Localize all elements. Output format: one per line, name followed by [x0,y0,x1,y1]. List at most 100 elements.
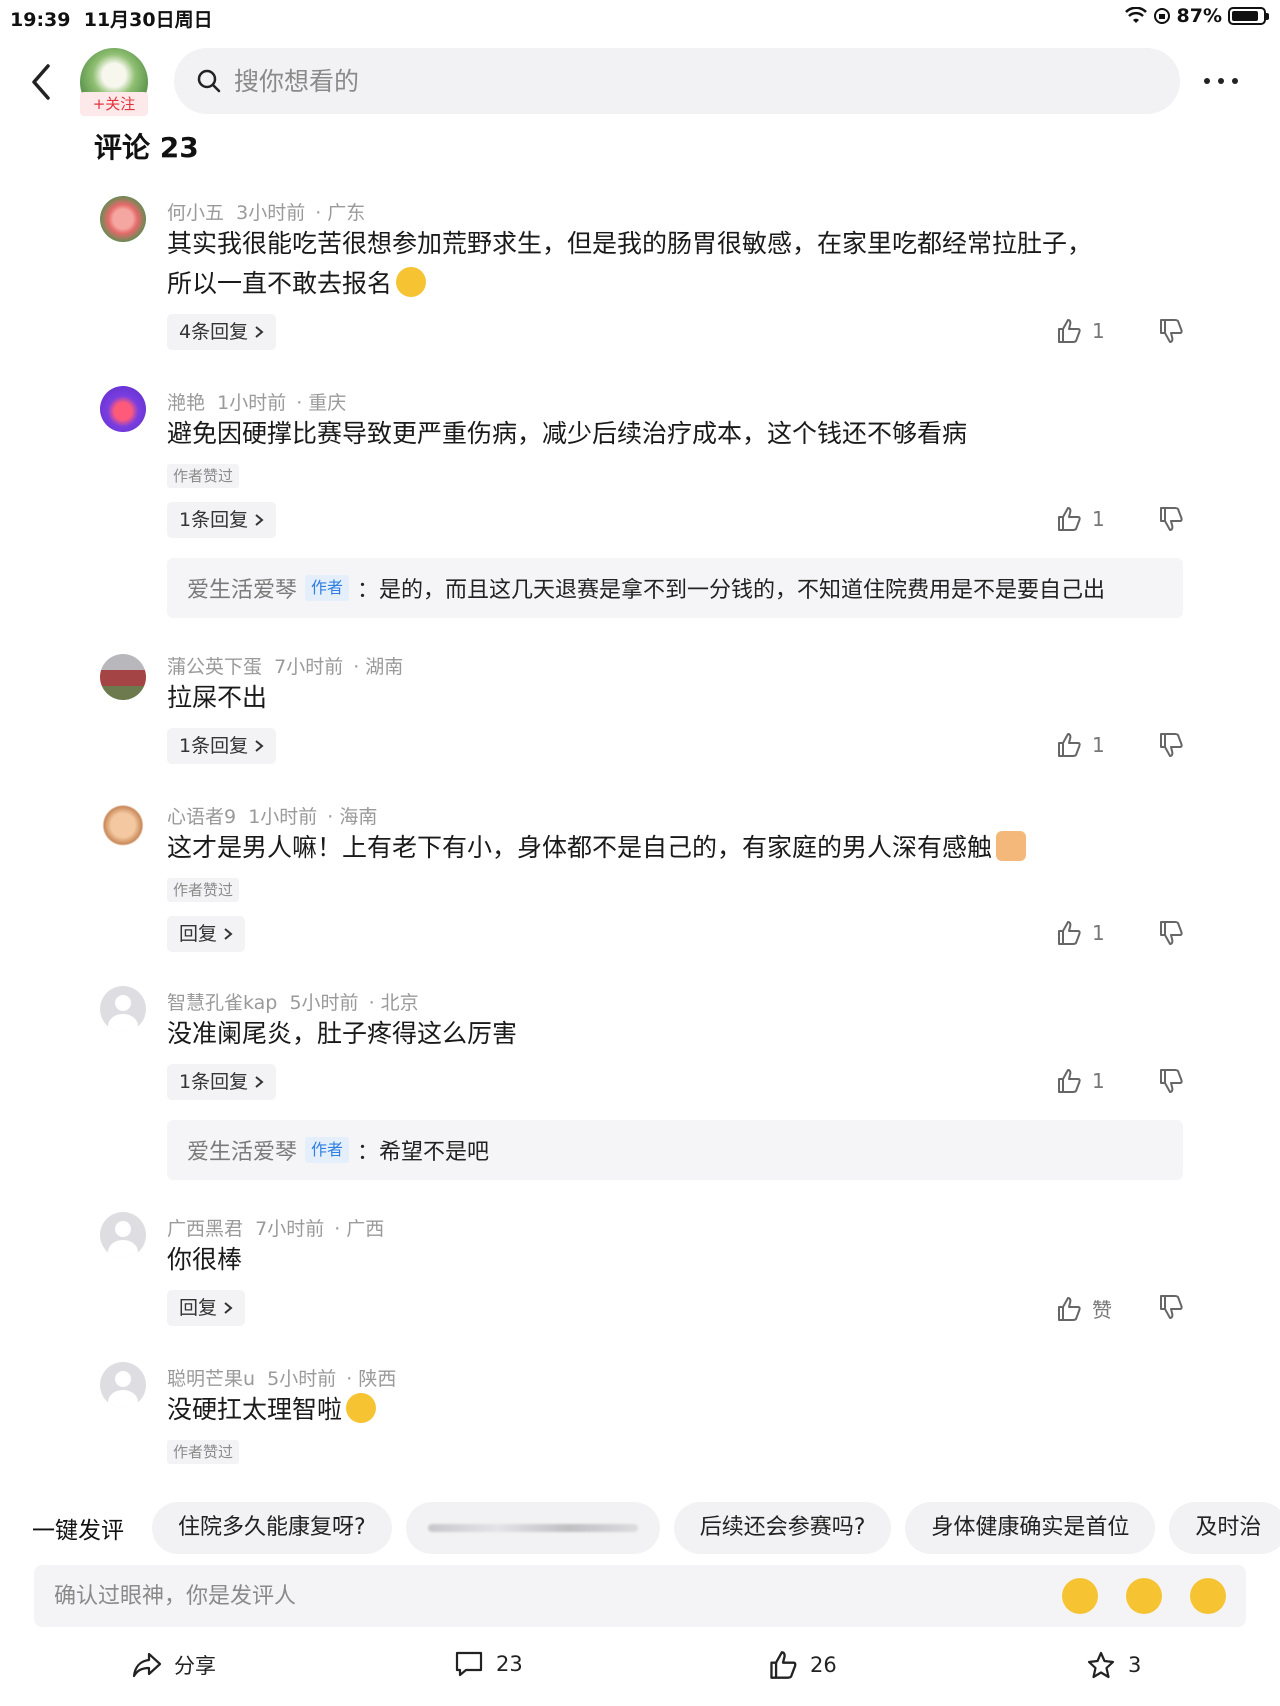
avatar[interactable] [100,196,146,242]
favorite-button[interactable]: 3 [1086,1650,1141,1680]
comment-username[interactable]: 蒲公英下蛋 [167,656,262,678]
battery-percent: 87% [1176,5,1222,27]
like-count: 1 [1092,319,1105,343]
comment-meta: 智慧孔雀kap 5小时前 · 北京 [167,992,419,1014]
comment-meta: 聪明芒果u 5小时前 · 陕西 [167,1368,397,1390]
star-eyes-emoji-icon[interactable] [1126,1578,1162,1614]
thumb-up-icon [1058,319,1081,343]
author-liked-badge: 作者赞过 [167,1440,240,1464]
thumb-up-icon [1058,507,1081,531]
comment-location: 陕西 [358,1368,397,1390]
comment-compose[interactable] [34,1565,1246,1627]
status-time: 19:39 11月30日周日 [10,9,213,31]
avatar[interactable] [100,1212,146,1258]
comment-meta: 蒲公英下蛋 7小时前 · 湖南 [167,656,404,678]
like-post-button[interactable]: 26 [768,1650,837,1680]
thumbs-up-emoji-icon [996,831,1027,861]
chevron-right-icon [255,1076,264,1088]
comment-text[interactable]: 拉屎不出 [167,678,1167,718]
comment-text[interactable]: 避免因硬撑比赛导致更严重伤病，减少后续治疗成本，这个钱还不够看病 [167,414,1167,454]
author-liked-badge: 作者赞过 [167,878,240,902]
chevron-right-icon [224,928,233,940]
quick-comment-bar: 一键发评 住院多久能康复呀? 后续还会参赛吗? 身体健康确实是首位 及时治 [0,1500,1280,1556]
thumb-down-icon[interactable] [1158,732,1184,758]
thumb-down-icon[interactable] [1158,1068,1184,1094]
thumb-up-icon [1058,733,1081,757]
quick-comment-label: 一键发评 [32,1518,124,1544]
reply-button[interactable]: 回复 [167,1290,246,1326]
thumb-down-icon[interactable] [1158,506,1184,532]
comment-username[interactable]: 何小五 [167,202,224,224]
laughing-crying-emoji-icon[interactable] [1062,1578,1098,1614]
avatar[interactable] [100,654,146,700]
grinning-emoji-icon[interactable] [1190,1578,1226,1614]
thumb-up-icon [770,1651,797,1679]
thumb-up-icon [1058,1296,1081,1321]
comment-input[interactable] [54,1583,1054,1609]
avatar[interactable] [100,986,146,1032]
reply-button[interactable]: 回复 [167,916,246,952]
comment-text[interactable]: 没硬扛太理智啦 [167,1390,1167,1430]
chevron-right-icon [255,514,264,526]
quick-comment-chip[interactable]: 身体健康确实是首位 [905,1502,1156,1554]
comment-meta: 何小五 3小时前 · 广东 [167,202,366,224]
thumb-down-icon[interactable] [1158,318,1184,344]
bottom-action-bar: 分享 23 26 3 [0,1640,1280,1700]
comment-username[interactable]: 智慧孔雀kap [167,992,277,1014]
chevron-right-icon [224,1302,233,1314]
quick-comment-chip[interactable]: 后续还会参赛吗? [673,1502,892,1554]
like-button[interactable]: 1 [1056,318,1105,344]
avatar[interactable] [100,386,146,432]
thumb-down-icon[interactable] [1158,920,1184,946]
like-button[interactable]: 1 [1056,1068,1105,1094]
comment-text[interactable]: 你很棒 [167,1240,1167,1280]
status-bar: 19:39 11月30日周日 87% [0,0,1280,34]
comments-button[interactable]: 23 [454,1650,523,1678]
avatar[interactable] [100,800,146,846]
comment-text[interactable]: 其实我很能吃苦很想参加荒野求生，但是我的肠胃很敏感，在家里吃都经常拉肚子， 所以一… [167,224,1167,304]
like-button[interactable]: 1 [1056,506,1105,532]
author-tag: 作者 [305,575,350,601]
comment-meta: 广西黑君 7小时前 · 广西 [167,1218,385,1240]
search-bar[interactable] [174,48,1180,114]
sub-reply[interactable]: 爱生活爱琴 作者 ：是的，而且这几天退赛是拿不到一分钱的，不知道住院费用是不是要自己… [167,558,1183,618]
avatar[interactable] [100,1362,146,1408]
like-button[interactable]: 1 [1056,732,1105,758]
share-button[interactable]: 分享 [132,1650,216,1680]
sub-reply-text: ：是的，而且这几天退赛是拿不到一分钱的，不知道住院费用是不是要自己出 [357,578,1106,603]
comment-username[interactable]: 滟艳 [167,392,205,414]
author-avatar[interactable]: +关注 [80,48,148,116]
lock-rotation-icon [1153,8,1170,24]
laughing-crying-emoji-icon [396,267,427,297]
comment-username[interactable]: 心语者9 [167,806,236,828]
thumb-down-icon[interactable] [1158,1294,1184,1320]
like-button[interactable]: 赞 [1056,1294,1112,1323]
view-replies-button[interactable]: 1条回复 [167,1064,277,1100]
comment-text[interactable]: 这才是男人嘛！上有老下有小，身体都不是自己的，有家庭的男人深有感触 [167,828,1167,868]
comment-username[interactable]: 广西黑君 [167,1218,243,1240]
view-replies-button[interactable]: 1条回复 [167,502,277,538]
battery-icon [1228,7,1269,25]
comment-time: 5小时前 [267,1368,337,1390]
sub-reply-username[interactable]: 爱生活爱琴 [187,572,297,604]
more-icon[interactable] [1204,66,1244,96]
sub-reply-username[interactable]: 爱生活爱琴 [187,1134,297,1166]
like-button[interactable]: 1 [1056,920,1105,946]
quick-comment-chip[interactable]: 及时治 [1169,1502,1280,1554]
quick-comment-chip-blurred[interactable] [405,1502,660,1554]
follow-button[interactable]: +关注 [80,92,148,116]
comment-time: 3小时前 [236,202,306,224]
author-tag: 作者 [305,1137,350,1163]
chevron-right-icon [255,740,264,752]
comment-meta: 心语者9 1小时前 · 海南 [167,806,378,828]
comment-location: 广东 [327,202,366,224]
view-replies-button[interactable]: 4条回复 [167,314,277,350]
comment-icon [455,1651,483,1677]
sub-reply[interactable]: 爱生活爱琴 作者 ：希望不是吧 [167,1120,1183,1180]
quick-comment-chip[interactable]: 住院多久能康复呀? [152,1502,392,1554]
view-replies-button[interactable]: 1条回复 [167,728,277,764]
comment-username[interactable]: 聪明芒果u [167,1368,255,1390]
comment-text[interactable]: 没准阑尾炎，肚子疼得这么厉害 [167,1014,1167,1054]
back-icon[interactable] [22,60,62,104]
search-input[interactable] [234,66,1134,96]
